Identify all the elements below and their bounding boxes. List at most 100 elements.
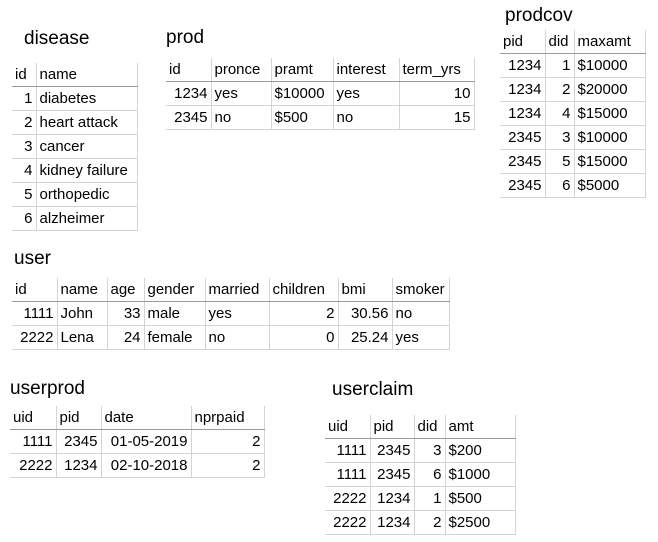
table-cell: 2345: [370, 438, 415, 463]
table-cell: 1234: [500, 53, 546, 78]
table-row: 1234 2 $20000: [500, 77, 646, 102]
table-cell: John: [57, 301, 108, 326]
table-cell: 10: [399, 81, 475, 106]
table-header-row: pid did maxamt: [500, 30, 646, 54]
table-cell: $500: [271, 105, 334, 130]
column-header: married: [205, 278, 270, 302]
table-header-row: id name: [12, 63, 138, 87]
table-cell: 30.56: [338, 301, 393, 326]
column-header: did: [414, 415, 446, 439]
table-cell: cancer: [36, 134, 138, 159]
prod-table: id pronce pramt interest term_yrs 1234 y…: [166, 58, 475, 130]
table-cell: yes: [205, 301, 270, 326]
table-cell: 3: [545, 125, 575, 150]
table-row: 2222 1234 2 $2500: [325, 510, 516, 535]
table-cell: 2: [545, 77, 575, 102]
column-header: interest: [333, 58, 400, 82]
table-cell: 1234: [56, 453, 102, 478]
table-cell: female: [144, 325, 206, 350]
column-header: pronce: [211, 58, 272, 82]
table-cell: no: [392, 301, 450, 326]
table-cell: no: [205, 325, 270, 350]
table-cell: no: [333, 105, 400, 130]
table-cell: 6: [12, 206, 37, 231]
table-cell: 3: [12, 134, 37, 159]
table-cell: 1: [545, 53, 575, 78]
table-cell: 2345: [370, 462, 415, 487]
table-cell: 1: [12, 86, 37, 111]
user-title: user: [14, 248, 51, 269]
column-header: maxamt: [574, 30, 646, 54]
table-cell: 4: [12, 158, 37, 183]
table-row: 1111 2345 3 $200: [325, 438, 516, 463]
prod-title: prod: [166, 27, 205, 48]
table-cell: 2: [12, 110, 37, 135]
table-row: 3 cancer: [12, 134, 138, 159]
table-header-row: uid pid did amt: [325, 415, 516, 439]
table-cell: $2500: [445, 510, 516, 535]
column-header: id: [12, 278, 58, 302]
column-header: name: [36, 63, 138, 87]
table-cell: $20000: [574, 77, 646, 102]
table-row: 2 heart attack: [12, 110, 138, 135]
table-cell: diabetes: [36, 86, 138, 111]
column-header: term_yrs: [399, 58, 475, 82]
table-cell: $15000: [574, 149, 646, 174]
table-cell: 1234: [166, 81, 212, 106]
table-row: 2222 1234 1 $500: [325, 486, 516, 511]
table-row: 1 diabetes: [12, 86, 138, 111]
table-cell: 2222: [325, 510, 371, 535]
table-cell: 1111: [325, 438, 371, 463]
table-header-row: id pronce pramt interest term_yrs: [166, 58, 475, 82]
table-row: 1111 John 33 male yes 2 30.56 no: [12, 301, 450, 326]
table-cell: $10000: [271, 81, 334, 106]
column-header: id: [12, 63, 37, 87]
table-header-row: id name age gender married children bmi …: [12, 278, 450, 302]
table-cell: 2345: [500, 149, 546, 174]
table-cell: $10000: [574, 125, 646, 150]
column-header: bmi: [338, 278, 393, 302]
column-header: pid: [370, 415, 415, 439]
table-cell: $15000: [574, 101, 646, 126]
table-cell: 2222: [325, 486, 371, 511]
table-cell: 2222: [12, 325, 58, 350]
table-cell: 1111: [10, 429, 57, 454]
column-header: gender: [144, 278, 206, 302]
table-cell: 01-05-2019: [101, 429, 192, 454]
table-row: 6 alzheimer: [12, 206, 138, 231]
table-cell: 0: [269, 325, 339, 350]
table-cell: 4: [545, 101, 575, 126]
column-header: amt: [445, 415, 516, 439]
table-cell: 15: [399, 105, 475, 130]
column-header: id: [166, 58, 212, 82]
table-row: 5 orthopedic: [12, 182, 138, 207]
table-cell: 1234: [500, 101, 546, 126]
table-cell: 24: [107, 325, 145, 350]
table-cell: yes: [392, 325, 450, 350]
userprod-title: userprod: [10, 378, 85, 399]
table-cell: 3: [414, 438, 446, 463]
table-cell: $200: [445, 438, 516, 463]
table-cell: 5: [545, 149, 575, 174]
column-header: date: [101, 406, 192, 430]
table-cell: alzheimer: [36, 206, 138, 231]
table-cell: $5000: [574, 173, 646, 198]
table-cell: orthopedic: [36, 182, 138, 207]
table-cell: 1234: [370, 510, 415, 535]
table-cell: 25.24: [338, 325, 393, 350]
table-cell: 1: [414, 486, 446, 511]
table-cell: 2345: [500, 125, 546, 150]
userprod-table: uid pid date nprpaid 1111 2345 01-05-201…: [10, 406, 265, 478]
column-header: pramt: [271, 58, 334, 82]
table-row: 2222 1234 02-10-2018 2: [10, 453, 265, 478]
prodcov-table: pid did maxamt 1234 1 $10000 1234 2 $20000 1…: [500, 30, 646, 198]
column-header: uid: [325, 415, 371, 439]
table-cell: 2: [414, 510, 446, 535]
column-header: nprpaid: [191, 406, 265, 430]
column-header: did: [545, 30, 575, 54]
table-cell: $10000: [574, 53, 646, 78]
table-cell: 5: [12, 182, 37, 207]
table-cell: 33: [107, 301, 145, 326]
table-cell: 1111: [325, 462, 371, 487]
table-cell: $1000: [445, 462, 516, 487]
